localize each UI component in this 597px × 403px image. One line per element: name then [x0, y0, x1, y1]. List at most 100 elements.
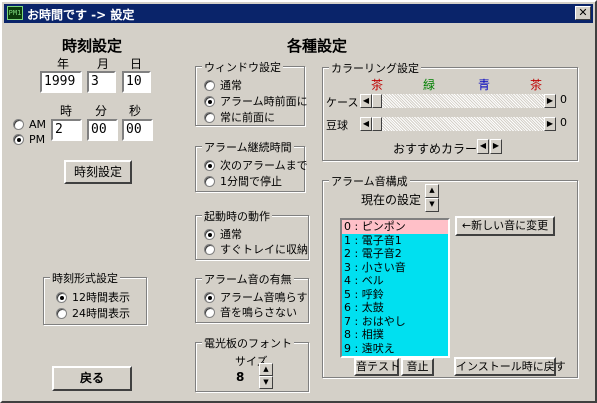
- duration-1min-radio[interactable]: 1分間で停止: [204, 173, 282, 189]
- list-item[interactable]: 2 : 電子音2: [342, 247, 448, 261]
- format-24h-radio[interactable]: 24時間表示: [56, 305, 130, 321]
- list-item[interactable]: 8 : 相撲: [342, 328, 448, 342]
- sound-off-radio[interactable]: 音を鳴らさない: [204, 304, 297, 320]
- list-item[interactable]: 9 : 遠吠え: [342, 342, 448, 356]
- alarm-duration-group: アラーム継続時間 次のアラームまで 1分間で停止: [195, 139, 308, 192]
- second-label: 秒: [129, 104, 142, 118]
- spin-down-icon: ▼: [429, 200, 435, 208]
- list-item[interactable]: 1 : 電子音1: [342, 234, 448, 248]
- format-12h-label: 12時間表示: [72, 291, 130, 304]
- font-size-up[interactable]: ▲: [259, 363, 273, 376]
- sound-stop-button[interactable]: 音止: [401, 358, 434, 376]
- list-item[interactable]: 6 : 太鼓: [342, 301, 448, 315]
- coloring-title: カラーリング設定: [329, 60, 421, 76]
- current-setting-down[interactable]: ▼: [425, 198, 439, 212]
- sound-test-button[interactable]: 音テスト: [354, 358, 400, 376]
- duration-next-radio[interactable]: 次のアラームまで: [204, 157, 308, 173]
- am-label: AM: [29, 118, 47, 131]
- year-label: 年: [57, 57, 70, 71]
- window-title: お時間です -> 設定: [27, 8, 135, 22]
- coloring-group: カラーリング設定 茶 緑 青 茶 ケース ◀ ▶ 0 豆球 ◀ ▶ 0 おすすめ…: [322, 60, 578, 161]
- startup-normal-label: 通常: [220, 228, 242, 241]
- duration-next-label: 次のアラームまで: [220, 159, 308, 172]
- list-item[interactable]: 4 : ベル: [342, 274, 448, 288]
- window-alarm-front-radio[interactable]: アラーム時前面に: [204, 93, 308, 109]
- bulb-right-button[interactable]: ▶: [544, 117, 556, 131]
- case-slider-thumb[interactable]: [372, 94, 382, 108]
- day-label: 日: [130, 57, 143, 71]
- reset-install-button[interactable]: インストール時に戻す: [454, 357, 566, 376]
- case-slider[interactable]: ◀ ▶: [360, 94, 556, 108]
- list-item[interactable]: 5 : 呼鈴: [342, 288, 448, 302]
- format-12h-radio[interactable]: 12時間表示: [56, 289, 130, 305]
- sound-list[interactable]: 0 : ピンポン 1 : 電子音1 2 : 電子音2 3 : 小さい音 4 : …: [340, 218, 450, 358]
- arrow-left-icon: ◀: [362, 119, 370, 128]
- format-24h-label: 24時間表示: [72, 307, 130, 320]
- startup-group: 起動時の動作 通常 すぐトレイに収納: [195, 208, 309, 260]
- window-normal-label: 通常: [220, 79, 242, 92]
- radio-indicator: [204, 175, 215, 187]
- radio-indicator: [204, 228, 215, 240]
- hour-input[interactable]: 2: [51, 119, 82, 141]
- alarm-config-title: アラーム音構成: [329, 173, 410, 189]
- radio-indicator: [204, 243, 215, 255]
- back-button[interactable]: 戻る: [52, 366, 132, 391]
- pm-radio[interactable]: PM: [13, 133, 45, 146]
- font-group: 電光板のフォント サイズ 8 ▲ ▼: [195, 335, 309, 392]
- list-item[interactable]: 3 : 小さい音: [342, 261, 448, 275]
- color-header-green: 緑: [423, 78, 436, 92]
- change-sound-button[interactable]: ←新しい音に変更: [455, 216, 555, 236]
- am-radio[interactable]: AM: [13, 118, 46, 131]
- arrow-left-icon: ◀: [362, 96, 370, 105]
- sound-on-radio[interactable]: アラーム音鳴らす: [204, 289, 307, 305]
- case-right-button[interactable]: ▶: [544, 94, 556, 108]
- radio-indicator: [204, 95, 215, 107]
- bulb-value: 0: [560, 116, 567, 129]
- alarm-sound-title: アラーム音の有無: [202, 271, 294, 287]
- month-label: 月: [97, 57, 110, 71]
- recommend-next-button[interactable]: ▶: [490, 139, 502, 154]
- set-time-button[interactable]: 時刻設定: [64, 160, 132, 184]
- minute-label: 分: [95, 104, 108, 118]
- pm-label: PM: [29, 133, 46, 146]
- radio-indicator: [56, 307, 67, 319]
- recommend-prev-button[interactable]: ◀: [477, 139, 489, 154]
- month-input[interactable]: 3: [87, 71, 116, 93]
- duration-1min-label: 1分間で停止: [220, 175, 282, 188]
- case-left-button[interactable]: ◀: [360, 94, 372, 108]
- minute-input[interactable]: 00: [87, 119, 118, 141]
- bulb-slider-thumb[interactable]: [372, 117, 382, 131]
- year-input[interactable]: 1999: [40, 71, 82, 93]
- window-always-front-radio[interactable]: 常に前面に: [204, 109, 275, 125]
- list-item[interactable]: 0 : ピンポン: [342, 220, 448, 234]
- radio-indicator: [204, 306, 215, 318]
- radio-indicator: [13, 134, 24, 145]
- color-header-blue: 青: [478, 78, 491, 92]
- alarm-duration-title: アラーム継続時間: [202, 139, 294, 155]
- current-setting-up[interactable]: ▲: [425, 184, 439, 198]
- settings-window: PM1 お時間です -> 設定 ✕ 時刻設定 年 月 日 1999 3 10 時…: [0, 0, 597, 403]
- startup-normal-radio[interactable]: 通常: [204, 226, 242, 242]
- font-title: 電光板のフォント: [202, 335, 294, 351]
- radio-indicator: [56, 291, 67, 303]
- settings-heading: 各種設定: [287, 37, 348, 55]
- font-size-down[interactable]: ▼: [259, 376, 273, 389]
- radio-indicator: [204, 291, 215, 303]
- startup-tray-label: すぐトレイに収納: [220, 243, 308, 256]
- window-normal-radio[interactable]: 通常: [204, 77, 242, 93]
- list-item[interactable]: 7 : おはやし: [342, 315, 448, 329]
- close-button[interactable]: ✕: [575, 6, 591, 20]
- bulb-slider[interactable]: ◀ ▶: [360, 117, 556, 131]
- day-input[interactable]: 10: [122, 71, 151, 93]
- second-input[interactable]: 00: [122, 119, 153, 141]
- startup-title: 起動時の動作: [202, 208, 272, 224]
- alarm-config-group: アラーム音構成 現在の設定 ▲ ▼ 0 : ピンポン 1 : 電子音1 2 : …: [322, 173, 578, 378]
- startup-tray-radio[interactable]: すぐトレイに収納: [204, 241, 308, 257]
- window-always-front-label: 常に前面に: [220, 111, 275, 124]
- font-size-value: 8: [236, 370, 245, 384]
- radio-indicator: [13, 119, 24, 130]
- bulb-left-button[interactable]: ◀: [360, 117, 372, 131]
- hour-label: 時: [60, 104, 73, 118]
- arrow-right-icon: ▶: [546, 119, 554, 128]
- current-setting-label: 現在の設定: [361, 193, 422, 207]
